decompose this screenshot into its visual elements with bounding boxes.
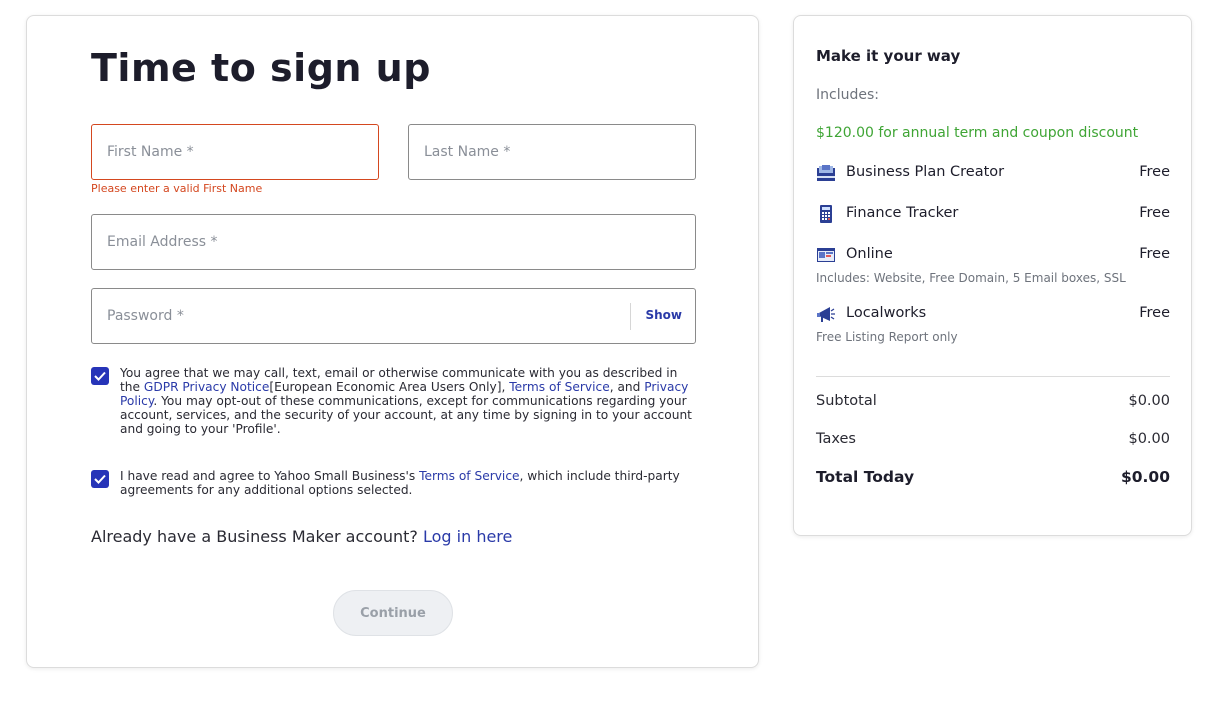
- password-input[interactable]: [92, 289, 622, 343]
- checkmark-icon: [94, 371, 106, 381]
- continue-button[interactable]: Continue: [333, 590, 453, 636]
- promo-text: $120.00 for annual term and coupon disco…: [816, 125, 1139, 141]
- first-name-field[interactable]: [91, 124, 379, 180]
- taxes-row: Taxes $0.00: [816, 431, 1170, 447]
- summary-title: Make it your way: [816, 47, 961, 65]
- calculator-icon: [820, 205, 832, 223]
- summary-item-online: Online Free: [816, 245, 1170, 267]
- checkmark-icon: [94, 474, 106, 484]
- summary-item-localworks: Localworks Free: [816, 304, 1170, 326]
- password-divider: [630, 303, 631, 330]
- terms-text: I have read and agree to Yahoo Small Bus…: [120, 469, 680, 497]
- total-row: Total Today $0.00: [816, 468, 1170, 486]
- terms-checkbox[interactable]: [91, 470, 109, 488]
- summary-item-business-plan: Business Plan Creator Free: [816, 163, 1170, 185]
- last-name-field[interactable]: [408, 124, 696, 180]
- online-includes-note: Includes: Website, Free Domain, 5 Email …: [816, 271, 1126, 285]
- includes-label: Includes:: [816, 87, 879, 103]
- show-password-button[interactable]: Show: [645, 308, 682, 322]
- gdpr-link[interactable]: GDPR Privacy Notice: [144, 380, 269, 394]
- megaphone-icon: [817, 307, 835, 322]
- signup-card: Time to sign up Please enter a valid Fir…: [26, 15, 759, 668]
- summary-divider: [816, 376, 1170, 377]
- tos-link[interactable]: Terms of Service: [509, 380, 609, 394]
- business-plan-icon: [817, 165, 835, 181]
- login-link[interactable]: Log in here: [423, 527, 512, 546]
- consent-text: You agree that we may call, text, email …: [120, 366, 692, 436]
- terms-of-service-link[interactable]: Terms of Service: [419, 469, 519, 483]
- email-input[interactable]: [92, 215, 695, 269]
- subtotal-row: Subtotal $0.00: [816, 393, 1170, 409]
- localworks-note: Free Listing Report only: [816, 330, 958, 344]
- first-name-input[interactable]: [92, 125, 378, 179]
- email-field[interactable]: [91, 214, 696, 270]
- password-field[interactable]: Show: [91, 288, 696, 344]
- website-icon: [817, 248, 835, 262]
- order-summary-card: Make it your way Includes: $120.00 for a…: [793, 15, 1192, 536]
- last-name-input[interactable]: [409, 125, 695, 179]
- first-name-error: Please enter a valid First Name: [91, 182, 263, 195]
- login-prompt: Already have a Business Maker account? L…: [91, 527, 513, 546]
- consent-checkbox[interactable]: [91, 367, 109, 385]
- summary-item-finance-tracker: Finance Tracker Free: [816, 204, 1170, 226]
- page-title: Time to sign up: [91, 46, 431, 90]
